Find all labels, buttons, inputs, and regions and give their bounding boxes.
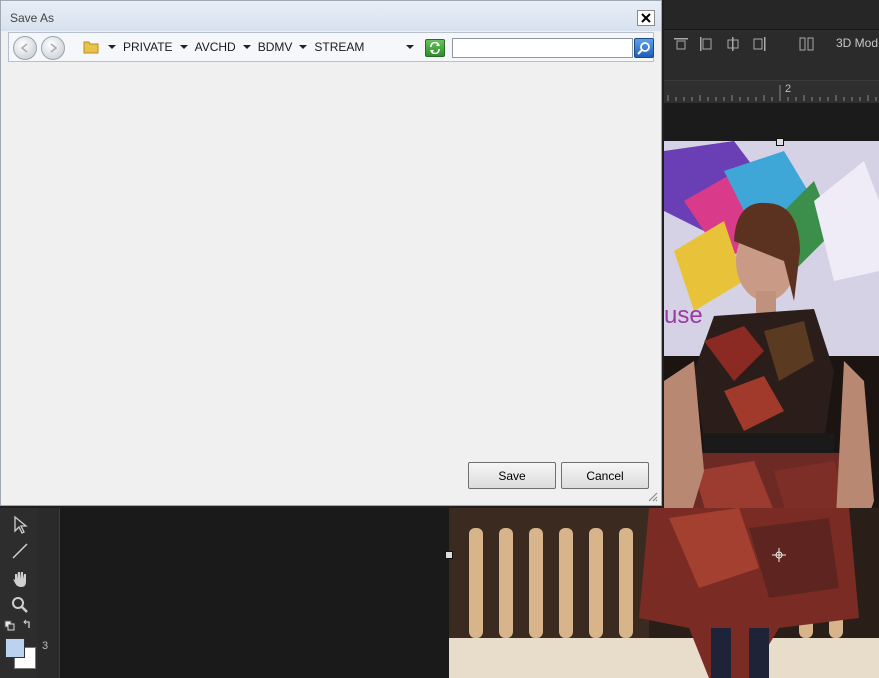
- vertical-ruler: [38, 508, 60, 678]
- resize-grip-icon[interactable]: [646, 490, 658, 502]
- hand-tool-icon[interactable]: [9, 568, 31, 590]
- cancel-button[interactable]: Cancel: [561, 462, 649, 489]
- chevron-down-icon[interactable]: [242, 45, 251, 49]
- align-center-icon[interactable]: [724, 35, 742, 53]
- path-history-dropdown[interactable]: [406, 45, 414, 49]
- align-top-icon[interactable]: [672, 35, 690, 53]
- search-icon: [637, 42, 650, 55]
- chevron-down-icon[interactable]: [179, 45, 188, 49]
- save-as-dialog: Save As PRIVATE AVCHD BDMV STREAM Save C…: [0, 0, 662, 506]
- breadcrumb-item-bdmv[interactable]: BDMV: [258, 40, 308, 54]
- swap-colors-icon[interactable]: [2, 618, 36, 640]
- breadcrumb-label: PRIVATE: [123, 40, 173, 54]
- align-right-icon[interactable]: [750, 35, 768, 53]
- close-icon: [641, 13, 651, 23]
- chevron-down-icon[interactable]: [299, 45, 308, 49]
- refresh-button[interactable]: [425, 39, 445, 57]
- runway-photo: use: [664, 141, 879, 555]
- breadcrumb: PRIVATE AVCHD BDMV STREAM: [83, 33, 378, 61]
- breadcrumb-root[interactable]: [83, 40, 116, 54]
- breadcrumb-item-private[interactable]: PRIVATE: [123, 40, 188, 54]
- zoom-tool-icon[interactable]: [9, 594, 31, 616]
- tools-panel: [0, 508, 39, 678]
- line-tool-icon[interactable]: [9, 540, 31, 562]
- file-list-area[interactable]: [8, 63, 654, 458]
- 3d-mode-label[interactable]: 3D Mod: [836, 36, 878, 50]
- video-preview[interactable]: use: [664, 141, 879, 555]
- align-left-icon[interactable]: [698, 35, 716, 53]
- forward-button[interactable]: [41, 36, 65, 60]
- transform-center-icon[interactable]: [772, 548, 786, 562]
- search-button[interactable]: [634, 38, 654, 58]
- runway-photo-lower: [449, 508, 879, 678]
- distribute-icon[interactable]: [798, 35, 816, 53]
- transform-handle-left[interactable]: [445, 551, 453, 559]
- horizontal-ruler: [664, 80, 879, 104]
- svg-text:use: use: [664, 302, 703, 329]
- back-arrow-icon: [20, 43, 28, 53]
- canvas-empty-area: [60, 508, 449, 678]
- video-preview-lower[interactable]: [449, 508, 879, 678]
- dialog-title: Save As: [10, 11, 55, 25]
- search-input[interactable]: [452, 38, 633, 58]
- ruler-ticks: [667, 85, 877, 101]
- navigation-bar: PRIVATE AVCHD BDMV STREAM: [8, 32, 654, 62]
- dialog-titlebar[interactable]: Save As: [1, 1, 661, 31]
- close-button[interactable]: [637, 10, 655, 26]
- refresh-icon: [430, 42, 440, 54]
- breadcrumb-label: STREAM: [314, 40, 365, 54]
- breadcrumb-item-stream[interactable]: STREAM: [314, 40, 371, 54]
- transform-handle-top[interactable]: [776, 138, 784, 146]
- canvas-margin: [664, 103, 879, 141]
- back-button[interactable]: [13, 36, 37, 60]
- chevron-down-icon[interactable]: [108, 45, 116, 49]
- folder-icon: [83, 41, 99, 54]
- select-arrow-icon[interactable]: [9, 514, 31, 536]
- breadcrumb-item-avchd[interactable]: AVCHD: [195, 40, 251, 54]
- ruler-number: 2: [785, 83, 792, 95]
- ruler-number-vertical: 3: [42, 640, 49, 652]
- breadcrumb-label: BDMV: [257, 40, 293, 54]
- foreground-color-swatch[interactable]: [5, 638, 25, 658]
- editor-menu-strip: [664, 0, 879, 30]
- save-button[interactable]: Save: [468, 462, 556, 489]
- breadcrumb-label: AVCHD: [194, 40, 236, 54]
- forward-arrow-icon: [50, 43, 58, 53]
- align-tools: [672, 35, 816, 53]
